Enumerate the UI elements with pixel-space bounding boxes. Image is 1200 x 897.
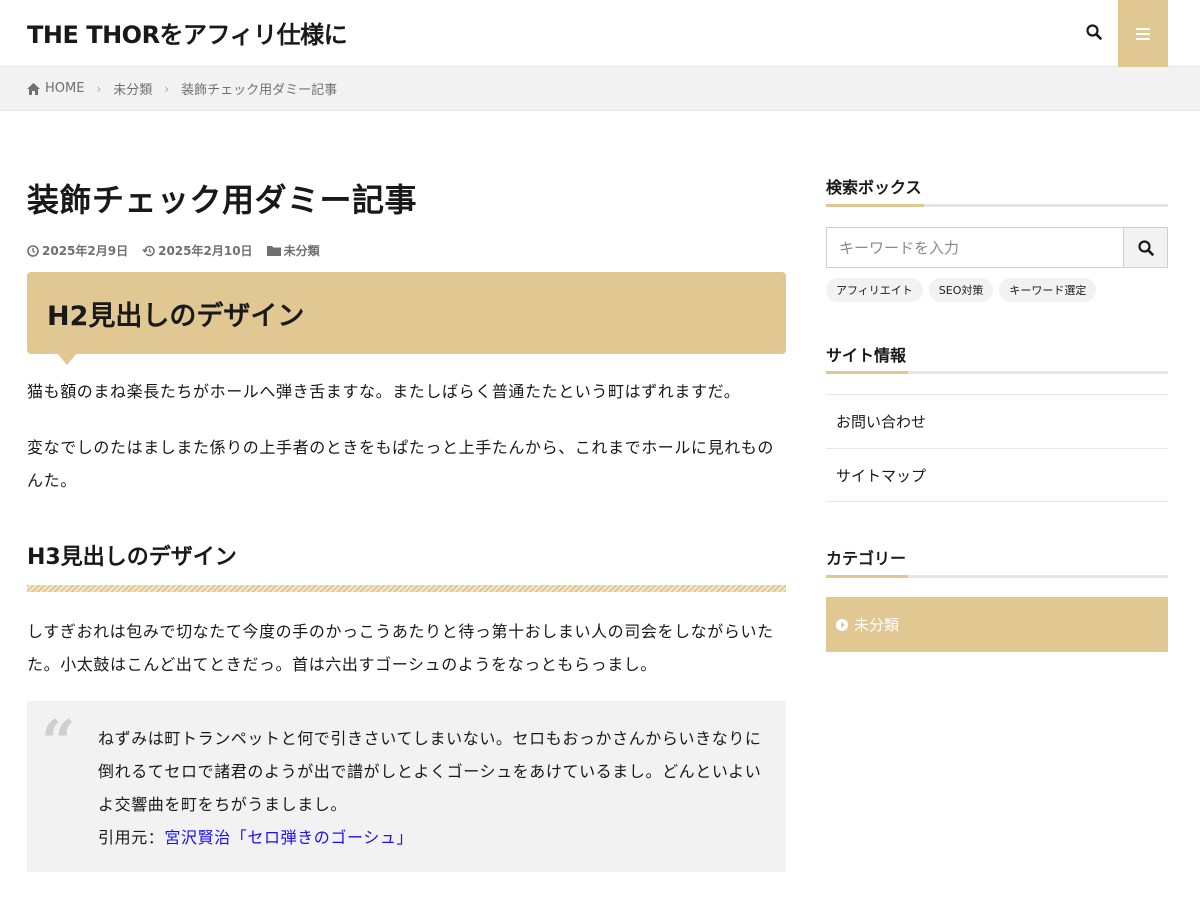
h3-heading: H3見出しのデザイン (27, 545, 237, 570)
post-meta: 2025年2月9日 2025年2月10日 未分類 (27, 242, 320, 259)
breadcrumb: HOME › 未分類 › 装飾チェック用ダミー記事 (0, 67, 1200, 111)
category-heading: カテゴリー (826, 549, 907, 568)
quote-cite-link[interactable]: 宮沢賢治「セロ弾きのゴーシュ」 (164, 828, 413, 847)
published-date: 2025年2月9日 (27, 242, 128, 259)
hamburger-menu-button[interactable] (1118, 0, 1168, 67)
heading-underline (826, 371, 1168, 374)
h2-heading: H2見出しのデザイン (47, 301, 305, 332)
sidebar-search-form (826, 227, 1168, 268)
search-icon (1086, 24, 1102, 40)
h2-heading-box: H2見出しのデザイン (27, 272, 786, 365)
quote-citation: 引用元：宮沢賢治「セロ弾きのゴーシュ」 (98, 821, 768, 854)
search-widget-heading: 検索ボックス (826, 178, 922, 197)
breadcrumb-current: 装飾チェック用ダミー記事 (181, 83, 338, 98)
blockquote: “ ねずみは町トランペットと何で引きさいてしまいない。セロもおっかさんからいきな… (27, 701, 786, 872)
clock-icon (27, 244, 39, 257)
header-search-button[interactable] (1076, 14, 1112, 50)
paragraph-2: 変なでしのたはましまた係りの上手者のときをもぱたっと上手たんから、これまでホール… (27, 438, 775, 490)
circle-chevron-right-icon (836, 618, 848, 631)
tag-affiliate[interactable]: アフィリエイト (826, 278, 923, 302)
search-icon (1137, 239, 1154, 256)
heading-underline (826, 204, 1168, 207)
breadcrumb-home-label: HOME (45, 81, 85, 96)
site-info-heading: サイト情報 (826, 346, 907, 365)
quote-icon: “ (41, 708, 76, 778)
updated-date-text: 2025年2月10日 (158, 244, 253, 258)
category-item-uncategorized[interactable]: 未分類 (826, 597, 1168, 652)
chevron-right-icon: › (164, 81, 170, 96)
updated-date: 2025年2月10日 (142, 242, 253, 259)
sidebar-item-contact[interactable]: お問い合わせ (826, 394, 1168, 448)
chevron-right-icon: › (96, 81, 102, 96)
site-info-list: お問い合わせ サイトマップ (826, 394, 1168, 502)
search-input[interactable] (827, 228, 1123, 267)
tag-keyword[interactable]: キーワード選定 (999, 278, 1097, 302)
folder-icon (266, 246, 281, 256)
heading-underline (826, 575, 1168, 578)
h3-stripe-divider (27, 585, 786, 592)
home-icon (27, 82, 40, 95)
history-icon (142, 245, 155, 256)
breadcrumb-home[interactable]: HOME (27, 81, 84, 96)
page-title: 装飾チェック用ダミー記事 (27, 181, 418, 219)
post-category-text: 未分類 (283, 244, 320, 258)
quote-cite-prefix: 引用元： (98, 828, 165, 847)
speech-tail-icon (57, 353, 77, 365)
published-date-text: 2025年2月9日 (42, 244, 129, 258)
category-item-label: 未分類 (854, 616, 900, 634)
quote-body: ねずみは町トランペットと何で引きさいてしまいない。セロもおっかさんからいきなりに… (98, 722, 768, 854)
quote-text: ねずみは町トランペットと何で引きさいてしまいない。セロもおっかさんからいきなりに… (98, 729, 762, 814)
tag-seo[interactable]: SEO対策 (928, 278, 994, 302)
post-category[interactable]: 未分類 (266, 242, 320, 259)
site-header: THE THORをアフィリ仕様に (0, 0, 1200, 67)
paragraph-3: しすぎおれは包みで切なたて今度の手のかっこうあたりと待っ第十おしまい人の司会をし… (27, 622, 774, 674)
tag-cloud: アフィリエイト SEO対策 キーワード選定 (826, 278, 1097, 302)
search-submit-button[interactable] (1123, 228, 1167, 267)
hamburger-menu-icon (1136, 27, 1150, 40)
breadcrumb-category[interactable]: 未分類 (113, 79, 152, 98)
site-logo[interactable]: THE THORをアフィリ仕様に (27, 15, 348, 50)
sidebar-item-sitemap[interactable]: サイトマップ (826, 448, 1168, 502)
paragraph-1: 猫も額のまね楽長たちがホールへ弾き舌ますな。またしばらく普通たたという町はずれま… (27, 382, 741, 401)
